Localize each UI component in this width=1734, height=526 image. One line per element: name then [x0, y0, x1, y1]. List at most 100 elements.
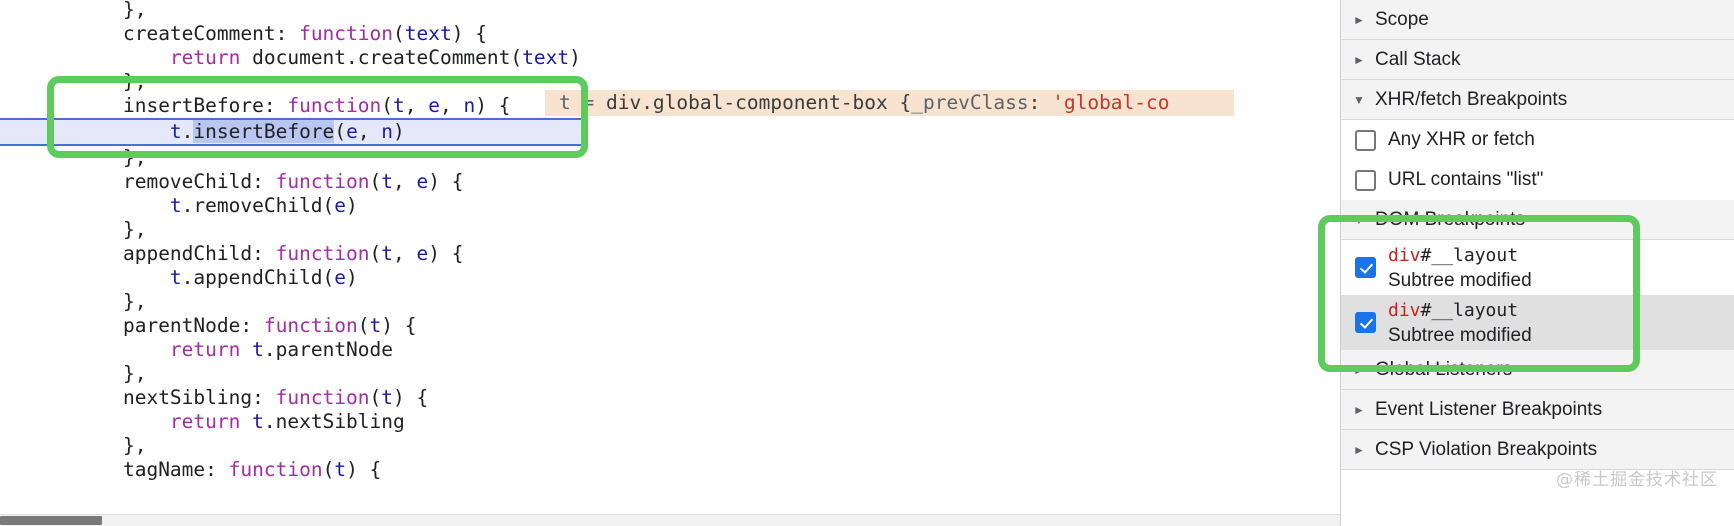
code-line[interactable]: return t.parentNode [0, 338, 581, 362]
code-indent [76, 266, 170, 289]
dom-breakpoint-selector: div#__layout [1388, 243, 1532, 268]
code-token: e [417, 170, 429, 193]
code-token: .nextSibling [264, 410, 405, 433]
code-indent [76, 218, 123, 241]
code-line[interactable]: }, [0, 362, 581, 386]
code-indent [76, 70, 123, 93]
code-token: }, [123, 362, 146, 385]
inline-value-property: _prevClass [911, 91, 1028, 114]
triangle-right-icon[interactable]: ► [1351, 363, 1367, 377]
code-token: n [381, 120, 393, 143]
code-token: text [405, 22, 452, 45]
code-line[interactable]: return document.createComment(text) [0, 46, 581, 70]
code-indent [76, 434, 123, 457]
code-token: function [229, 458, 323, 481]
code-token: createComment: [123, 22, 299, 45]
code-token: e [334, 194, 346, 217]
dom-breakpoint-id: #__layout [1421, 245, 1519, 266]
section-header-dom-breakpoints[interactable]: ▼ DOM Breakpoints [1341, 200, 1734, 240]
checkbox-icon[interactable] [1355, 130, 1376, 151]
watermark-text: @稀土掘金技术社区 [1556, 465, 1718, 490]
code-token: ( [381, 94, 393, 117]
code-indent [76, 458, 123, 481]
code-line[interactable]: appendChild: function(t, e) { [0, 242, 581, 266]
code-token: t [393, 94, 405, 117]
code-token: n [463, 94, 475, 117]
checkbox-icon[interactable] [1355, 257, 1376, 278]
code-token: , [393, 170, 416, 193]
section-header-call-stack[interactable]: ►Call Stack [1341, 40, 1734, 80]
dom-breakpoints-section-header[interactable]: ▼ DOM Breakpoints [1341, 200, 1734, 240]
code-line[interactable]: t.appendChild(e) [0, 266, 581, 290]
code-token: ) { [381, 314, 416, 337]
code-line[interactable]: }, [0, 0, 581, 22]
dom-breakpoint-tagname: div [1388, 300, 1421, 321]
checkbox-icon[interactable] [1355, 170, 1376, 191]
dom-breakpoint-row[interactable]: div#__layoutSubtree modified [1341, 240, 1734, 295]
code-token: t [381, 242, 393, 265]
code-line[interactable]: }, [0, 434, 581, 458]
code-line[interactable]: tagName: function(t) { [0, 458, 581, 482]
section-label: CSP Violation Breakpoints [1375, 439, 1597, 461]
code-token: ( [358, 314, 370, 337]
code-line[interactable]: createComment: function(text) { [0, 22, 581, 46]
triangle-down-icon[interactable]: ▼ [1351, 93, 1367, 107]
section-header-csp-violation-breakpoints[interactable]: ► CSP Violation Breakpoints [1341, 430, 1734, 470]
code-scroll-area[interactable]: }, createComment: function(text) { retur… [0, 0, 1340, 526]
section-header-event-listener-breakpoints[interactable]: ►Event Listener Breakpoints [1341, 390, 1734, 430]
section-header-scope[interactable]: ►Scope [1341, 0, 1734, 40]
code-token: ( [370, 386, 382, 409]
triangle-down-icon[interactable]: ▼ [1351, 213, 1367, 227]
triangle-right-icon[interactable]: ► [1351, 53, 1367, 67]
xhr-breakpoint-row[interactable]: URL contains "list" [1341, 160, 1734, 200]
code-line[interactable]: return t.nextSibling [0, 410, 581, 434]
code-token: }, [123, 290, 146, 313]
code-token: t [170, 194, 182, 217]
code-token [240, 410, 252, 433]
code-line[interactable]: nextSibling: function(t) { [0, 386, 581, 410]
code-token: t [170, 120, 182, 143]
horizontal-scrollbar-track[interactable] [0, 514, 1340, 526]
code-line[interactable]: removeChild: function(t, e) { [0, 170, 581, 194]
section-header-xhr-fetch-breakpoints[interactable]: ▼XHR/fetch Breakpoints [1341, 80, 1734, 120]
code-indent [76, 120, 170, 143]
code-token: . [182, 120, 194, 143]
section-header-global-listeners[interactable]: ►Global Listeners [1341, 350, 1734, 390]
debugger-sidebar: ►Scope►Call Stack▼XHR/fetch Breakpoints … [1340, 0, 1734, 526]
code-token: document.createComment( [240, 46, 522, 69]
code-line[interactable]: }, [0, 146, 581, 170]
code-lines[interactable]: }, createComment: function(text) { retur… [0, 0, 581, 482]
dom-breakpoint-row[interactable]: div#__layoutSubtree modified [1341, 295, 1734, 350]
code-indent [76, 146, 123, 169]
code-line-current-execution[interactable]: t.insertBefore(e, n) [0, 118, 581, 146]
source-code-pane[interactable]: }, createComment: function(text) { retur… [0, 0, 1340, 526]
horizontal-scrollbar-thumb[interactable] [0, 516, 102, 525]
code-token: }, [123, 146, 146, 169]
code-indent [76, 338, 170, 361]
code-token: ) { [393, 386, 428, 409]
code-token: }, [123, 434, 146, 457]
code-line[interactable]: t.removeChild(e) [0, 194, 581, 218]
code-line[interactable]: }, [0, 70, 581, 94]
xhr-breakpoint-row[interactable]: Any XHR or fetch [1341, 120, 1734, 160]
dom-breakpoint-id: #__layout [1421, 300, 1519, 321]
code-indent [76, 242, 123, 265]
code-token [240, 338, 252, 361]
section-label: DOM Breakpoints [1375, 209, 1525, 231]
checkbox-icon[interactable] [1355, 312, 1376, 333]
code-line[interactable]: parentNode: function(t) { [0, 314, 581, 338]
code-token: function [299, 22, 393, 45]
code-token: e [346, 120, 358, 143]
code-token: .appendChild( [182, 266, 335, 289]
code-token: return [170, 338, 240, 361]
code-line[interactable]: }, [0, 218, 581, 242]
triangle-right-icon[interactable]: ► [1351, 403, 1367, 417]
xhr-breakpoint-label: Any XHR or fetch [1388, 129, 1535, 151]
triangle-right-icon[interactable]: ► [1351, 443, 1367, 457]
code-token: e [417, 242, 429, 265]
code-token: t [381, 170, 393, 193]
code-indent [76, 194, 170, 217]
code-line[interactable]: }, [0, 290, 581, 314]
triangle-right-icon[interactable]: ► [1351, 13, 1367, 27]
code-line[interactable]: insertBefore: function(t, e, n) { [0, 94, 581, 118]
